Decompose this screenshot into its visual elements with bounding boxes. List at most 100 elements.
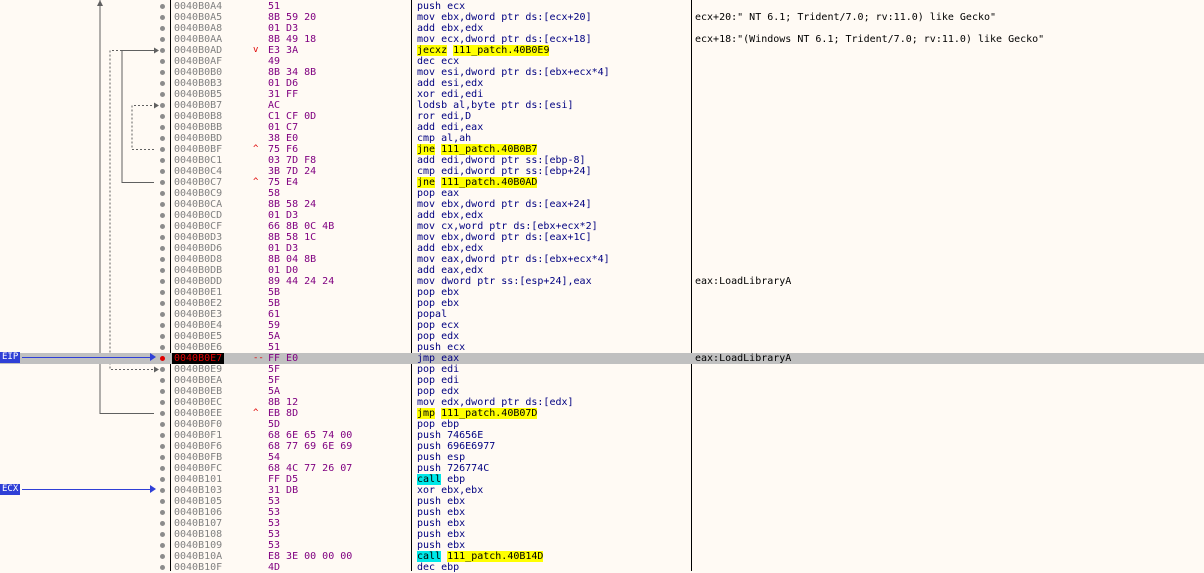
breakpoint-dot-icon[interactable] [160,477,165,482]
instruction-row[interactable]: 0040B0B7 AC lodsb al,byte ptr ds:[esi] [0,100,1204,111]
breakpoint-dot-icon[interactable] [160,466,165,471]
instruction-row[interactable]: 0040B0BF ^ 75 F6 jne 111_patch.40B0B7 [0,144,1204,155]
breakpoint-dot-icon[interactable] [160,191,165,196]
instruction-row[interactable]: 0040B0B0 8B 34 8B mov esi,dword ptr ds:[eb… [0,67,1204,78]
breakpoint-dot-icon[interactable] [160,169,165,174]
ecx-register-tag[interactable]: ECX [0,484,21,495]
instruction-row[interactable]: 0040B0F6 68 77 69 6E 69 push 696E6977 [0,441,1204,452]
breakpoint-dot-icon[interactable] [160,411,165,416]
breakpoint-dot-icon[interactable] [160,301,165,306]
instruction-row[interactable]: 0040B0EB 5A pop edx [0,386,1204,397]
breakpoint-dot-icon[interactable] [160,279,165,284]
instruction-row[interactable]: 0040B0E1 5B pop ebx [0,287,1204,298]
breakpoint-dot-icon[interactable] [160,81,165,86]
instruction-row[interactable]: 0040B0FC 68 4C 77 26 07 push 726774C [0,463,1204,474]
breakpoint-dot-icon[interactable] [160,103,165,108]
breakpoint-dot-icon[interactable] [160,356,165,361]
instruction-row[interactable]: 0040B0E6 51 push ecx [0,342,1204,353]
instruction-row[interactable]: 0040B0D3 8B 58 1C mov ebx,dword ptr ds:[ea… [0,232,1204,243]
breakpoint-dot-icon[interactable] [160,235,165,240]
instruction-row[interactable]: 0040B0E2 5B pop ebx [0,298,1204,309]
breakpoint-dot-icon[interactable] [160,334,165,339]
instruction-row[interactable]: 0040B0E7 -- FF E0 jmp eax eax:LoadLibraryA [0,353,1204,364]
breakpoint-dot-icon[interactable] [160,202,165,207]
disassembly-pane[interactable]: 0040B0A4 51 push ecx 0040B0A5 8B 59 20 mov eb… [0,0,1204,573]
breakpoint-dot-icon[interactable] [160,499,165,504]
instruction-row[interactable]: 0040B108 53 push ebx [0,529,1204,540]
instruction-row[interactable]: 0040B0EE ^ EB 8D jmp 111_patch.40B07D [0,408,1204,419]
breakpoint-dot-icon[interactable] [160,37,165,42]
breakpoint-dot-icon[interactable] [160,422,165,427]
breakpoint-dot-icon[interactable] [160,26,165,31]
instruction-row[interactable]: 0040B103 31 DB xor ebx,ebx [0,485,1204,496]
breakpoint-dot-icon[interactable] [160,290,165,295]
breakpoint-dot-icon[interactable] [160,400,165,405]
instruction-row[interactable]: 0040B0F1 68 6E 65 74 00 push 74656E [0,430,1204,441]
instruction-row[interactable]: 0040B0E5 5A pop edx [0,331,1204,342]
instruction-row[interactable]: 0040B106 53 push ebx [0,507,1204,518]
breakpoint-dot-icon[interactable] [160,455,165,460]
instruction-row[interactable]: 0040B101 FF D5 call ebp [0,474,1204,485]
instruction-row[interactable]: 0040B105 53 push ebx [0,496,1204,507]
breakpoint-dot-icon[interactable] [160,213,165,218]
instruction-row[interactable]: 0040B0B5 31 FF xor edi,edi [0,89,1204,100]
breakpoint-dot-icon[interactable] [160,158,165,163]
breakpoint-dot-icon[interactable] [160,532,165,537]
breakpoint-dot-icon[interactable] [160,246,165,251]
breakpoint-dot-icon[interactable] [160,70,165,75]
instruction-row[interactable]: 0040B0CF 66 8B 0C 4B mov cx,word ptr ds:[e… [0,221,1204,232]
breakpoint-dot-icon[interactable] [160,59,165,64]
instruction-row[interactable]: 0040B0CA 8B 58 24 mov ebx,dword ptr ds:[ea… [0,199,1204,210]
instruction-row[interactable]: 0040B0BB 01 C7 add edi,eax [0,122,1204,133]
breakpoint-dot-icon[interactable] [160,125,165,130]
instruction-row[interactable]: 0040B0DD 89 44 24 24 mov dword ptr ss:[esp… [0,276,1204,287]
instruction-row[interactable]: 0040B0AA 8B 49 18 mov ecx,dword ptr ds:[ec… [0,34,1204,45]
instruction-row[interactable]: 0040B0E9 5F pop edi [0,364,1204,375]
breakpoint-dot-icon[interactable] [160,136,165,141]
instruction-row[interactable]: 0040B0FB 54 push esp [0,452,1204,463]
breakpoint-dot-icon[interactable] [160,565,165,570]
breakpoint-dot-icon[interactable] [160,510,165,515]
breakpoint-dot-icon[interactable] [160,15,165,20]
breakpoint-dot-icon[interactable] [160,180,165,185]
breakpoint-dot-icon[interactable] [160,114,165,119]
instruction-row[interactable]: 0040B0EC 8B 12 mov edx,dword ptr ds:[edx] [0,397,1204,408]
instruction-row[interactable]: 0040B0C1 03 7D F8 add edi,dword ptr ss:[eb… [0,155,1204,166]
breakpoint-dot-icon[interactable] [160,323,165,328]
instruction-row[interactable]: 0040B0A8 01 D3 add ebx,edx [0,23,1204,34]
instruction-row[interactable]: 0040B0F0 5D pop ebp [0,419,1204,430]
breakpoint-dot-icon[interactable] [160,554,165,559]
breakpoint-dot-icon[interactable] [160,224,165,229]
breakpoint-dot-icon[interactable] [160,48,165,53]
breakpoint-dot-icon[interactable] [160,257,165,262]
instruction-row[interactable]: 0040B0C9 58 pop eax [0,188,1204,199]
instruction-row[interactable]: 0040B107 53 push ebx [0,518,1204,529]
instruction-row[interactable]: 0040B0A5 8B 59 20 mov ebx,dword ptr ds:[ec… [0,12,1204,23]
breakpoint-dot-icon[interactable] [160,389,165,394]
breakpoint-dot-icon[interactable] [160,4,165,9]
breakpoint-dot-icon[interactable] [160,433,165,438]
breakpoint-dot-icon[interactable] [160,268,165,273]
breakpoint-dot-icon[interactable] [160,543,165,548]
instruction-row[interactable]: 0040B0AD v E3 3A jecxz 111_patch.40B0E9 [0,45,1204,56]
instruction-row[interactable]: 0040B0A4 51 push ecx [0,1,1204,12]
instruction-row[interactable]: 0040B0AF 49 dec ecx [0,56,1204,67]
instruction-row[interactable]: 0040B0BD 38 E0 cmp al,ah [0,133,1204,144]
instruction-row[interactable]: 0040B0B8 C1 CF 0D ror edi,D [0,111,1204,122]
breakpoint-dot-icon[interactable] [160,378,165,383]
breakpoint-dot-icon[interactable] [160,312,165,317]
breakpoint-dot-icon[interactable] [160,345,165,350]
instruction-row[interactable]: 0040B0C7 ^ 75 E4 jne 111_patch.40B0AD [0,177,1204,188]
instruction-row[interactable]: 0040B0D6 01 D3 add ebx,edx [0,243,1204,254]
breakpoint-dot-icon[interactable] [160,488,165,493]
breakpoint-dot-icon[interactable] [160,92,165,97]
breakpoint-dot-icon[interactable] [160,367,165,372]
breakpoint-dot-icon[interactable] [160,521,165,526]
instruction-row[interactable]: 0040B10F 4D dec ebp [0,562,1204,573]
instruction-row[interactable]: 0040B109 53 push ebx [0,540,1204,551]
instruction-row[interactable]: 0040B0DB 01 D0 add eax,edx [0,265,1204,276]
instruction-row[interactable]: 0040B0E3 61 popal [0,309,1204,320]
eip-register-tag[interactable]: EIP [0,352,21,363]
breakpoint-dot-icon[interactable] [160,444,165,449]
instruction-row[interactable]: 0040B0EA 5F pop edi [0,375,1204,386]
